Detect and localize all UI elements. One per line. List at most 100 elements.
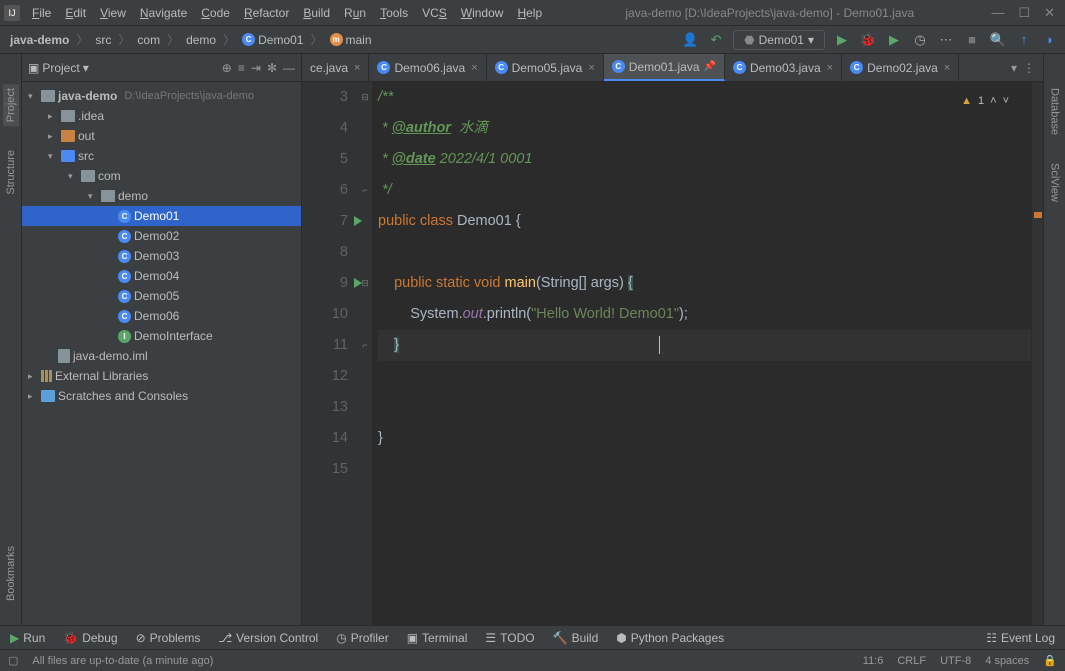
code-content[interactable]: ▲1˄˅ /** * @author 水滴 * @date 2022/4/1 0… <box>372 82 1031 625</box>
version-control-tool-tab[interactable]: ⎇Version Control <box>218 631 318 645</box>
caret-position[interactable]: 11:6 <box>863 655 884 667</box>
line-number[interactable]: 13 <box>302 392 348 423</box>
tree-file-demo04[interactable]: CDemo04 <box>22 266 301 286</box>
tab-demo06[interactable]: CDemo06.java× <box>369 54 486 81</box>
menu-help[interactable]: Help <box>511 4 548 22</box>
coverage-icon[interactable]: ▶ <box>885 31 903 49</box>
breadcrumb-com[interactable]: com <box>133 32 164 48</box>
breadcrumb-class[interactable]: CDemo01 <box>238 32 307 48</box>
run-gutter-icon[interactable] <box>354 216 362 226</box>
line-separator[interactable]: CRLF <box>897 655 926 667</box>
run-gutter-icon[interactable] <box>354 278 362 288</box>
tree-out[interactable]: ▸out <box>22 126 301 146</box>
prev-issue-icon[interactable]: ˄ <box>990 86 996 117</box>
line-number[interactable]: 5 <box>302 144 348 175</box>
close-tab-icon[interactable]: × <box>471 62 477 74</box>
line-number[interactable]: 11 <box>302 330 348 361</box>
sidebar-title[interactable]: ▣ Project ▾ <box>28 61 89 75</box>
line-number[interactable]: 9 <box>302 268 348 299</box>
menu-code[interactable]: Code <box>195 4 236 22</box>
run-tool-tab[interactable]: ▶Run <box>10 631 45 645</box>
menu-build[interactable]: Build <box>297 4 336 22</box>
fold-toggle-icon[interactable]: ⊟ <box>358 82 372 113</box>
tree-file-demointerface[interactable]: IDemoInterface <box>22 326 301 346</box>
tree-iml[interactable]: java-demo.iml <box>22 346 301 366</box>
file-encoding[interactable]: UTF-8 <box>940 655 971 667</box>
maximize-icon[interactable]: ☐ <box>1018 5 1030 21</box>
line-number[interactable]: 14 <box>302 423 348 454</box>
close-icon[interactable]: ✕ <box>1044 5 1055 21</box>
line-number[interactable]: 10 <box>302 299 348 330</box>
sciview-tool-tab[interactable]: SciView <box>1047 159 1063 206</box>
breadcrumb-project[interactable]: java-demo <box>6 32 73 48</box>
tree-root[interactable]: ▾java-demoD:\IdeaProjects\java-demo <box>22 86 301 106</box>
tab-demo01[interactable]: CDemo01.java📌 <box>604 54 725 81</box>
profile-icon[interactable]: ◷ <box>911 31 929 49</box>
indent-setting[interactable]: 4 spaces <box>985 655 1029 667</box>
tree-scratches[interactable]: ▸Scratches and Consoles <box>22 386 301 406</box>
line-number[interactable]: 4 <box>302 113 348 144</box>
menu-run[interactable]: Run <box>338 4 372 22</box>
editor-status-widget[interactable]: ▲1˄˅ <box>961 86 1009 117</box>
close-tab-icon[interactable]: × <box>827 62 833 74</box>
structure-tool-tab[interactable]: Structure <box>3 146 19 199</box>
menu-vcs[interactable]: VCS <box>416 4 453 22</box>
project-tool-tab[interactable]: Project <box>3 84 19 126</box>
tabs-dropdown-icon[interactable]: ▾ <box>1011 61 1017 75</box>
settings-icon[interactable]: ✻ <box>267 61 277 75</box>
problems-tool-tab[interactable]: ⊘Problems <box>136 631 201 645</box>
error-stripe[interactable] <box>1031 82 1043 625</box>
menu-window[interactable]: Window <box>455 4 510 22</box>
tree-file-demo05[interactable]: CDemo05 <box>22 286 301 306</box>
menu-tools[interactable]: Tools <box>374 4 414 22</box>
python-packages-tool-tab[interactable]: ⬢Python Packages <box>616 631 724 645</box>
breadcrumb-src[interactable]: src <box>91 32 115 48</box>
todo-tool-tab[interactable]: ☰TODO <box>485 631 534 645</box>
tab-cejava[interactable]: ce.java× <box>302 54 369 81</box>
line-number[interactable]: 6 <box>302 175 348 206</box>
minimize-icon[interactable]: — <box>991 5 1004 21</box>
tabs-more-icon[interactable]: ⋮ <box>1023 61 1035 75</box>
menu-refactor[interactable]: Refactor <box>238 4 295 22</box>
close-tab-icon[interactable]: × <box>588 62 594 74</box>
bookmarks-tool-tab[interactable]: Bookmarks <box>3 542 19 605</box>
breadcrumb-method[interactable]: mmain <box>326 32 376 48</box>
tree-file-demo02[interactable]: CDemo02 <box>22 226 301 246</box>
tree-com[interactable]: ▾com <box>22 166 301 186</box>
tree-file-demo06[interactable]: CDemo06 <box>22 306 301 326</box>
profiler-tool-tab[interactable]: ◷Profiler <box>336 631 389 645</box>
line-number[interactable]: 15 <box>302 454 348 485</box>
select-opened-file-icon[interactable]: ⊕ <box>222 61 232 75</box>
collapse-all-icon[interactable]: ⇥ <box>251 61 261 75</box>
readonly-lock-icon[interactable]: 🔒 <box>1043 654 1057 667</box>
fold-end-icon[interactable]: ⌐ <box>358 330 372 361</box>
expand-all-icon[interactable]: ≡ <box>238 61 245 75</box>
tree-file-demo03[interactable]: CDemo03 <box>22 246 301 266</box>
tree-src[interactable]: ▾src <box>22 146 301 166</box>
tree-external-libs[interactable]: ▸External Libraries <box>22 366 301 386</box>
tree-idea[interactable]: ▸.idea <box>22 106 301 126</box>
close-tab-icon[interactable]: × <box>944 62 950 74</box>
line-number[interactable]: 8 <box>302 237 348 268</box>
line-number[interactable]: 7 <box>302 206 348 237</box>
warning-marker[interactable] <box>1034 212 1042 218</box>
attach-icon[interactable]: ⋯ <box>937 31 955 49</box>
run-icon[interactable]: ▶ <box>833 31 851 49</box>
back-arrow-icon[interactable]: ↶ <box>707 31 725 49</box>
tab-demo03[interactable]: CDemo03.java× <box>725 54 842 81</box>
pin-icon[interactable]: 📌 <box>704 61 716 72</box>
tree-file-demo01[interactable]: CDemo01 <box>22 206 301 226</box>
menu-file[interactable]: File <box>26 4 57 22</box>
sync-icon[interactable]: ↑ <box>1015 31 1033 49</box>
search-icon[interactable]: 🔍 <box>989 31 1007 49</box>
menu-navigate[interactable]: Navigate <box>134 4 193 22</box>
tab-demo05[interactable]: CDemo05.java× <box>487 54 604 81</box>
code-editor[interactable]: 3 4 5 6 7 8 9 10 11 12 13 14 15 ⊟ ⌐ ⊟ <box>302 82 1043 625</box>
build-tool-tab[interactable]: 🔨Build <box>553 631 599 645</box>
run-config-dropdown[interactable]: ⬣ Demo01 ▾ <box>733 30 825 50</box>
ide-features-icon[interactable]: ◗ <box>1041 31 1059 49</box>
tab-demo02[interactable]: CDemo02.java× <box>842 54 959 81</box>
line-number[interactable]: 3 <box>302 82 348 113</box>
debug-tool-tab[interactable]: 🐞Debug <box>63 631 117 645</box>
close-tab-icon[interactable]: × <box>354 62 360 74</box>
